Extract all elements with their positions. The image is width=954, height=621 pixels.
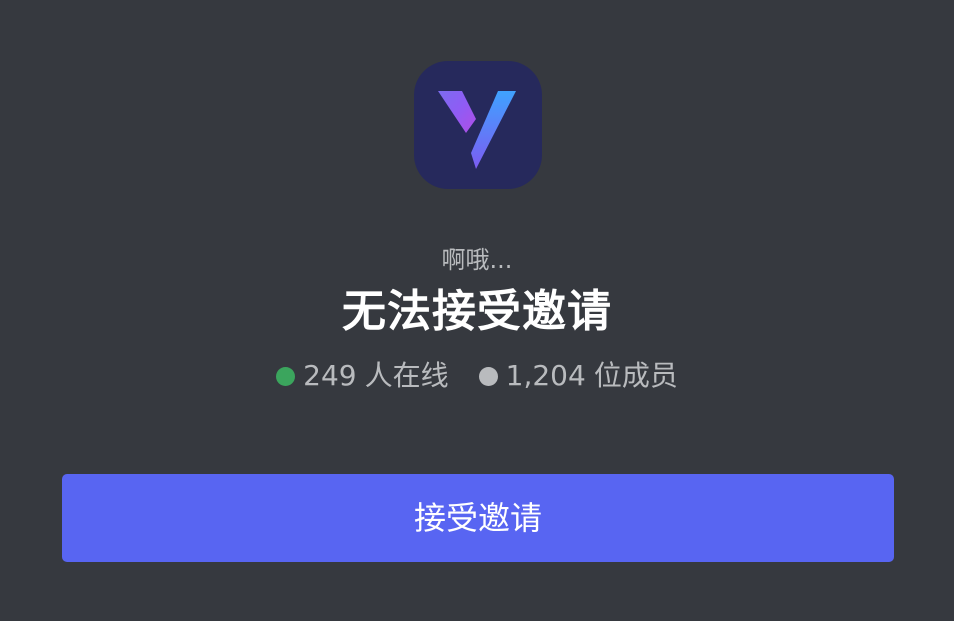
page-title: 无法接受邀请: [342, 286, 612, 337]
member-dot-icon: [478, 366, 498, 386]
online-count-number: 249: [303, 359, 357, 392]
online-count-label: 人在线: [364, 359, 449, 392]
member-count-label: 位成员: [593, 359, 678, 392]
invite-card: 啊哦... 无法接受邀请 249 人在线 1,204 位成员 接受邀请: [0, 0, 954, 621]
online-dot-icon: [276, 366, 296, 386]
accept-invite-button[interactable]: 接受邀请: [62, 474, 894, 562]
member-count-number: 1,204: [505, 359, 586, 392]
server-icon: [414, 61, 542, 189]
v-logo-icon: [438, 91, 516, 169]
member-count: 1,204 位成员: [478, 356, 678, 396]
online-count: 249 人在线: [276, 356, 449, 396]
subtitle: 啊哦...: [441, 246, 513, 274]
member-counts: 249 人在线 1,204 位成员: [0, 356, 954, 396]
